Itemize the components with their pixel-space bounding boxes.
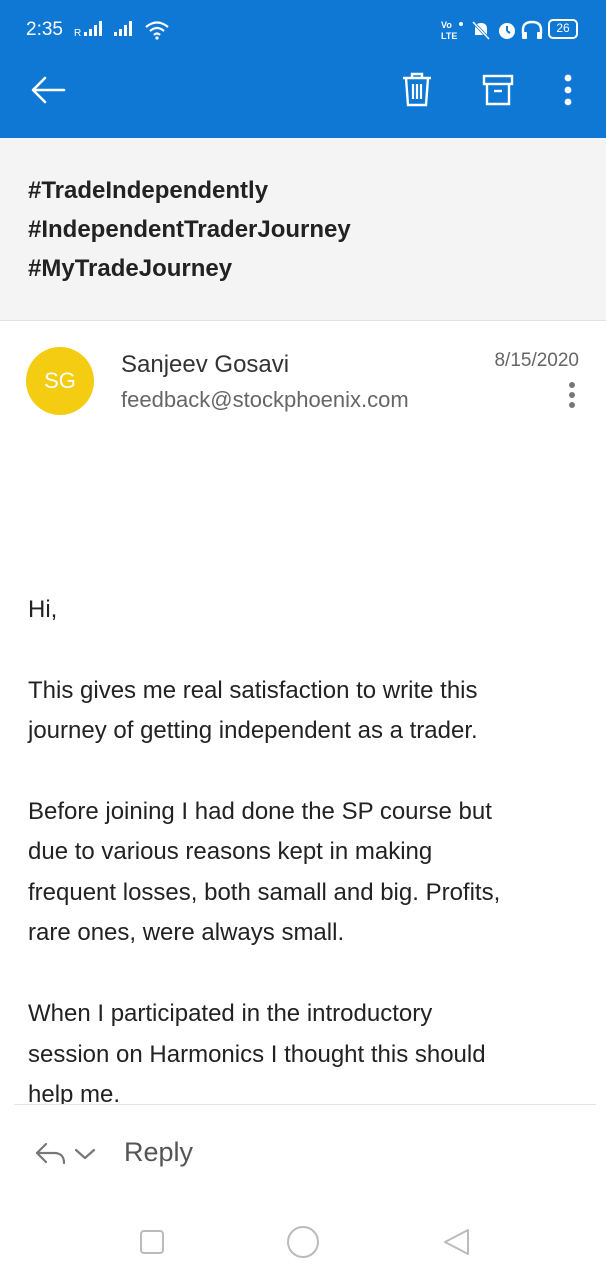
body-line: rare ones, were always small. [28, 919, 345, 946]
message-date: 8/15/2020 [494, 350, 579, 371]
avatar[interactable]: SG [26, 347, 94, 415]
wifi-icon [145, 21, 169, 40]
volte-icon: Vo LTE [441, 20, 463, 41]
svg-text:R: R [74, 28, 81, 38]
status-time: 2:35 [26, 19, 63, 40]
signal-icon-2 [114, 21, 132, 36]
back-button[interactable] [26, 68, 70, 112]
status-bar: 2:35 R Vo LTE 26 [0, 0, 606, 60]
mute-bell-icon [471, 20, 491, 41]
body-line: due to various reasons kept in making [28, 838, 433, 865]
greeting: Hi, [28, 596, 58, 623]
recents-button[interactable] [132, 1222, 172, 1262]
square-icon [140, 1230, 164, 1254]
more-vertical-icon [564, 74, 572, 106]
body-line: frequent losses, both samall and big. Pr… [28, 879, 501, 906]
message-more-button[interactable] [558, 378, 586, 414]
circle-icon [287, 1226, 319, 1258]
trash-icon [403, 72, 431, 107]
more-vertical-icon [569, 382, 575, 408]
reply-options-button[interactable] [34, 1138, 104, 1170]
subject-line-3: #MyTradeJourney [28, 255, 233, 282]
body-line: help me. [28, 1081, 121, 1104]
triangle-back-icon [444, 1229, 469, 1255]
body-line: journey of getting independent as a trad… [28, 717, 478, 744]
system-navigation-bar [0, 1202, 606, 1280]
svg-text:LTE: LTE [441, 31, 457, 41]
more-options-button[interactable] [546, 68, 590, 112]
signal-icon: R [74, 21, 102, 38]
sender-name[interactable]: Sanjeev Gosavi [121, 351, 289, 379]
chevron-down-icon [74, 1148, 96, 1160]
arrow-left-icon [31, 76, 66, 104]
divider [14, 1104, 596, 1105]
subject-header: #TradeIndependently #IndependentTraderJo… [0, 138, 606, 321]
reply-button[interactable]: Reply [124, 1137, 193, 1168]
archive-icon [482, 74, 514, 106]
subject-line-1: #TradeIndependently [28, 177, 269, 204]
svg-text:Vo: Vo [441, 20, 452, 30]
message-body: Hi, This gives me real satisfaction to w… [0, 560, 606, 1104]
back-nav-button[interactable] [436, 1222, 476, 1262]
alarm-icon [499, 23, 515, 39]
battery-icon: 26 [548, 19, 580, 39]
top-app-bar: 2:35 R Vo LTE 26 [0, 0, 606, 138]
home-button[interactable] [283, 1222, 323, 1262]
body-line: When I participated in the introductory [28, 1000, 433, 1027]
battery-level: 26 [548, 19, 578, 39]
body-line: This gives me real satisfaction to write… [28, 677, 478, 704]
reply-icon [35, 1142, 66, 1165]
sender-email[interactable]: feedback@stockphoenix.com [121, 387, 409, 413]
body-line: session on Harmonics I thought this shou… [28, 1041, 486, 1068]
delete-button[interactable] [395, 68, 439, 112]
headphones-icon [521, 20, 543, 39]
archive-button[interactable] [476, 68, 520, 112]
subject-line-2: #IndependentTraderJourney [28, 216, 351, 243]
body-line: Before joining I had done the SP course … [28, 798, 492, 825]
